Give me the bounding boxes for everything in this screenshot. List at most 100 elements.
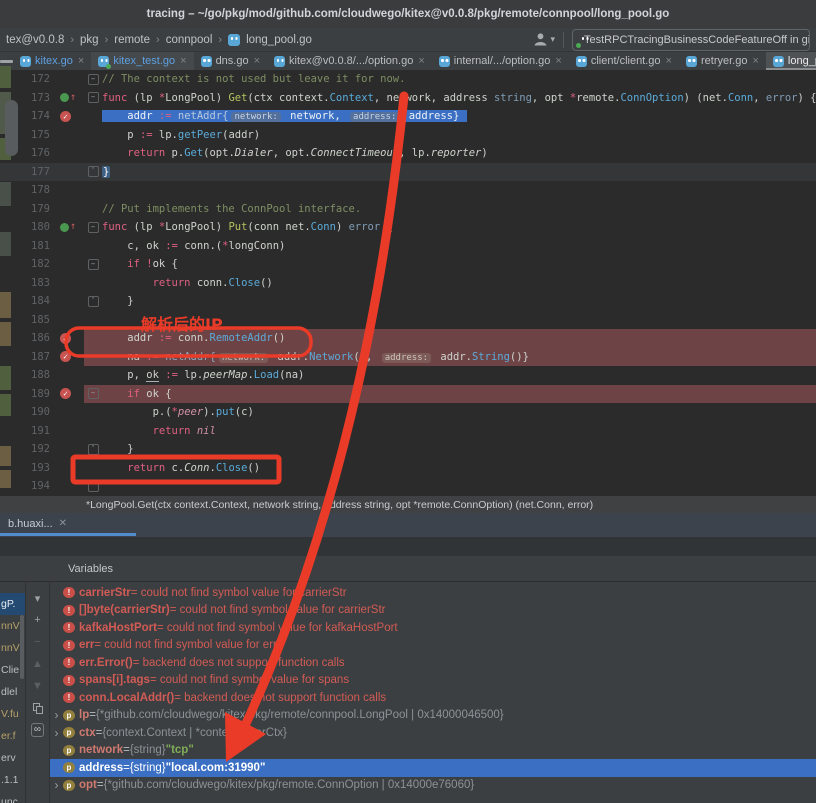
frame-item[interactable]: V.fu (0, 703, 25, 725)
fold-end-icon[interactable]: ˆ (88, 481, 99, 492)
fold-marker[interactable]: − (84, 70, 102, 89)
fold-marker[interactable]: − (84, 255, 102, 274)
fold-collapse-icon[interactable]: − (88, 222, 99, 233)
duplicate-icon[interactable] (26, 697, 49, 719)
fold-collapse-icon[interactable]: − (88, 388, 99, 399)
add-watch-icon[interactable]: + (26, 609, 49, 631)
error-icon: ! (63, 692, 75, 703)
watch-row[interactable]: ![]byte(carrierStr) = could not find sym… (50, 602, 816, 620)
variable-row[interactable]: ›popt = {*github.com/cloudwego/kitex/pkg… (50, 777, 816, 795)
breadcrumb-item[interactable]: pkg (80, 34, 99, 46)
frame-item[interactable]: erv (0, 747, 25, 769)
code-line: 183 return conn.Close() (0, 274, 816, 293)
tab-close-icon[interactable]: × (555, 55, 561, 67)
tab-close-icon[interactable]: × (180, 55, 186, 67)
fold-end-icon[interactable]: ˆ (88, 296, 99, 307)
frame-item[interactable]: dlel (0, 681, 25, 703)
variable-row[interactable]: ›pctx = {context.Context | *context.time… (50, 724, 816, 742)
frame-item[interactable]: unc (0, 791, 25, 803)
fold-collapse-icon[interactable]: − (88, 92, 99, 103)
breakpoint-icon[interactable]: ✓ (60, 351, 71, 362)
fold-marker[interactable]: ˆ (84, 477, 102, 496)
breadcrumb-item[interactable]: remote (114, 34, 150, 46)
variable-row[interactable]: ›plp = {*github.com/cloudwego/kitex/pkg/… (50, 707, 816, 725)
variable-row[interactable]: paddress = {string} "local.com:31990" (50, 759, 816, 777)
fold-collapse-icon[interactable]: − (88, 74, 99, 85)
frame-item[interactable]: .1.1 (0, 769, 25, 791)
tab-label: internal/.../option.go (454, 55, 551, 67)
code-line: 189✓− if ok { (0, 385, 816, 404)
watch-row[interactable]: !spans[i].tags = could not find symbol v… (50, 672, 816, 690)
gutter-icon-cell[interactable]: ↑ (56, 89, 84, 108)
editor-tab[interactable]: kitex.go× (13, 52, 91, 70)
tab-close-icon[interactable]: × (752, 55, 758, 67)
editor-tab[interactable]: long_pool.go (766, 52, 816, 70)
fold-marker[interactable]: ˆ (84, 163, 102, 182)
stripe-mark (0, 366, 11, 390)
breadcrumb-item[interactable]: connpool (166, 34, 213, 46)
fold-marker[interactable]: − (84, 89, 102, 108)
expand-chevron-icon[interactable]: › (50, 778, 63, 792)
code-line: 192ˆ } (0, 440, 816, 459)
editor-tab[interactable]: internal/.../option.go × (432, 52, 569, 70)
editor-tab[interactable]: kitex@v0.0.8/.../option.go× (267, 52, 432, 70)
stripe-mark (0, 470, 11, 488)
editor-tab[interactable]: kitex_test.go× (91, 52, 193, 70)
tab-close-icon[interactable]: × (418, 55, 424, 67)
watch-error-text: = could not find symbol value for spans (150, 674, 349, 686)
code-text: addr := netAddr{network: network, addres… (102, 107, 816, 126)
go-file-icon (20, 56, 31, 67)
editor-tab[interactable]: dns.go× (194, 52, 267, 70)
breakpoint-icon[interactable]: ✓ (60, 333, 71, 344)
gutter-icon-cell[interactable]: ✓ (56, 107, 84, 126)
user-account-button[interactable]: ▾ (533, 32, 555, 47)
fold-collapse-icon[interactable]: − (88, 259, 99, 270)
frame-item[interactable]: gP. (0, 593, 25, 615)
tab-close-icon[interactable]: × (666, 55, 672, 67)
watch-row[interactable]: !conn.LocalAddr() = backend does not sup… (50, 689, 816, 707)
fold-marker[interactable]: ˆ (84, 440, 102, 459)
breakpoint-icon[interactable]: ✓ (60, 388, 71, 399)
run-marker-icon[interactable] (60, 93, 69, 102)
gutter-icon-cell (56, 440, 84, 459)
breadcrumb-item[interactable]: tex@v0.0.8 (6, 34, 64, 46)
expand-chevron-icon[interactable]: › (50, 708, 63, 722)
code-line: 172−// The context is not used but leave… (0, 70, 816, 89)
tab-close-icon[interactable]: × (78, 55, 84, 67)
debug-session-tab[interactable]: b.huaxi... ✕ (0, 513, 75, 534)
fold-end-icon[interactable]: ˆ (88, 444, 99, 455)
watch-row[interactable]: !err.Error() = backend does not support … (50, 654, 816, 672)
stripe-mark (0, 232, 11, 256)
settings-dropdown-icon[interactable]: ▾ (26, 587, 49, 609)
editor-tab[interactable]: retryer.go× (679, 52, 766, 70)
editor-tab-bar: kitex.go×kitex_test.go×dns.go×kitex@v0.0… (0, 52, 816, 71)
gutter-icon-cell[interactable]: ✓ (56, 385, 84, 404)
frames-scrollbar[interactable] (20, 615, 24, 679)
tab-close-icon[interactable]: × (254, 55, 260, 67)
fold-marker[interactable]: − (84, 385, 102, 404)
watch-name: []byte(carrierStr) (79, 604, 170, 616)
breakpoint-icon[interactable]: ✓ (60, 111, 71, 122)
fold-marker[interactable]: ˆ (84, 292, 102, 311)
run-configuration-selector[interactable]: TestRPCTracingBusinessCodeFeatureOff in … (572, 29, 810, 51)
watch-row[interactable]: !kafkaHostPort = could not find symbol v… (50, 619, 816, 637)
code-text: p, ok := lp.peerMap.Load(na) (102, 366, 816, 385)
go-file-icon (439, 56, 450, 67)
watch-row[interactable]: !err = could not find symbol value for e… (50, 637, 816, 655)
editor-tab[interactable]: client/client.go× (569, 52, 679, 70)
watch-name: kafkaHostPort (79, 622, 157, 634)
close-icon[interactable]: ✕ (59, 518, 67, 529)
breadcrumb-file[interactable]: long_pool.go (246, 34, 312, 46)
expand-chevron-icon[interactable]: › (50, 726, 63, 740)
gutter-icon-cell[interactable]: ✓ (56, 329, 84, 348)
fold-marker[interactable]: − (84, 218, 102, 237)
run-marker-icon[interactable] (60, 223, 69, 232)
watch-error-text: = backend does not support function call… (174, 692, 386, 704)
fold-end-icon[interactable]: ˆ (88, 166, 99, 177)
frame-item[interactable]: er.f (0, 725, 25, 747)
variable-row[interactable]: pnetwork = {string} "tcp" (50, 742, 816, 760)
gutter-icon-cell[interactable]: ↑ (56, 218, 84, 237)
watches-glasses-icon[interactable]: ∞ (26, 719, 49, 741)
watch-row[interactable]: !carrierStr = could not find symbol valu… (50, 584, 816, 602)
gutter-icon-cell[interactable]: ✓ (56, 348, 84, 367)
